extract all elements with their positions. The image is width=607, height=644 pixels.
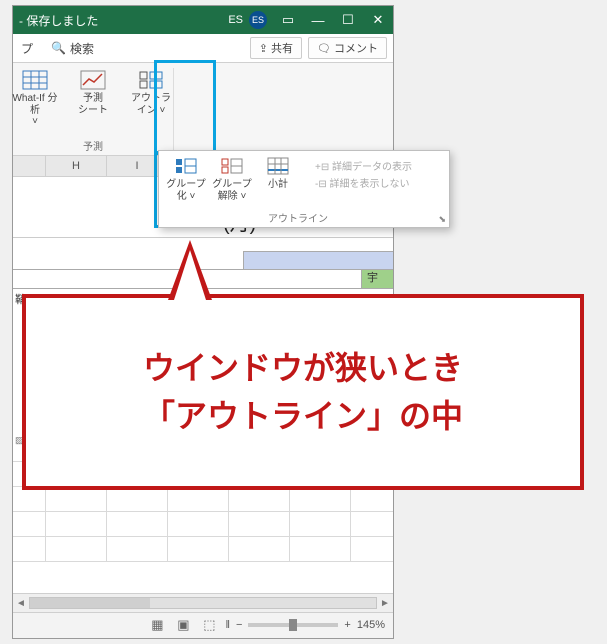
subtotal-label: 小計 [268,179,288,191]
statusbar: ◄ ► ▦ ▣ ⬚ ‖ − + 145% [13,593,393,638]
normal-view-icon[interactable]: ▦ [147,617,167,633]
page-break-view-icon[interactable]: ⬚ [199,617,219,633]
horizontal-scrollbar[interactable]: ◄ ► [13,594,393,613]
outline-label: アウトラ イン ˅ [131,93,171,116]
annotation-callout: ウインドウが狭いとき 「アウトライン」の中 [22,294,584,490]
show-detail-option: +⊟ 詳細データの表示 [315,159,443,176]
ungroup-icon [219,155,245,177]
callout-line-1: ウインドウが狭いとき [143,344,463,392]
col-h[interactable]: H [46,156,107,176]
group-icon [173,155,199,177]
ribbon-tab-fragment[interactable]: プ [13,40,41,57]
forecast-sheet-label: 予測 シート [78,93,108,116]
close-icon[interactable]: ✕ [363,12,393,28]
callout-line-2: 「アウトライン」の中 [143,392,463,440]
comment-button[interactable]: 🗨 コメント [308,37,387,59]
ribbon-display-icon[interactable]: ▭ [273,12,303,28]
ribbon-tabs: プ 🔍 検索 ⇪ 共有 🗨 コメント [13,34,393,63]
zoom-in-button[interactable]: + [344,619,350,631]
user-initials: ES [228,14,243,26]
dialog-launcher-icon[interactable]: ⬊ [438,214,446,225]
search-icon[interactable]: 🔍 [51,41,66,55]
outline-panel-label: アウトライン [159,210,437,225]
search-label[interactable]: 検索 [70,40,94,57]
outline-dropdown-panel: グループ 化 ˅ グループ 解除 ˅ 小計 +⊟ 詳細データの表示 -⊟ 詳細を… [158,150,450,228]
status-separator: ‖ [225,619,230,631]
col-edge[interactable] [13,156,46,176]
share-button[interactable]: ⇪ 共有 [250,37,302,59]
outline-icon [137,69,165,91]
outline-button[interactable]: アウトラ イン ˅ [123,67,179,128]
ungroup-label: グループ 解除 ˅ [212,179,251,202]
hide-detail-option: -⊟ 詳細を表示しない [315,176,443,193]
highlighted-cells-blue [243,251,393,271]
group-label: グループ 化 ˅ [166,179,205,202]
forecast-sheet-icon [79,69,107,91]
ribbon-content: What-If 分析 ˅ 予測 シート アウトラ イン ˅ 予測 [13,63,393,156]
zoom-level[interactable]: 145% [357,619,385,631]
subtotal-icon [265,155,291,177]
minimize-icon[interactable]: — [303,13,333,28]
page-layout-view-icon[interactable]: ▣ [173,617,193,633]
maximize-icon[interactable]: ☐ [333,12,363,28]
saved-indicator: - 保存しました [19,12,98,29]
user-avatar[interactable]: ES [249,11,267,29]
what-if-analysis-button[interactable]: What-If 分析 ˅ [7,67,63,128]
forecast-group-label: 予測 [13,138,173,153]
titlebar: - 保存しました ES ES ▭ — ☐ ✕ [13,6,393,34]
scroll-left-icon[interactable]: ◄ [13,598,29,609]
forecast-sheet-button[interactable]: 予測 シート [65,67,121,128]
zoom-out-button[interactable]: − [236,619,242,631]
cell-text: 宇 [367,269,378,285]
what-if-icon [21,69,49,91]
zoom-slider[interactable] [248,623,338,627]
scroll-right-icon[interactable]: ► [377,598,393,609]
scroll-thumb[interactable] [30,598,150,608]
what-if-label: What-If 分析 ˅ [9,93,61,128]
